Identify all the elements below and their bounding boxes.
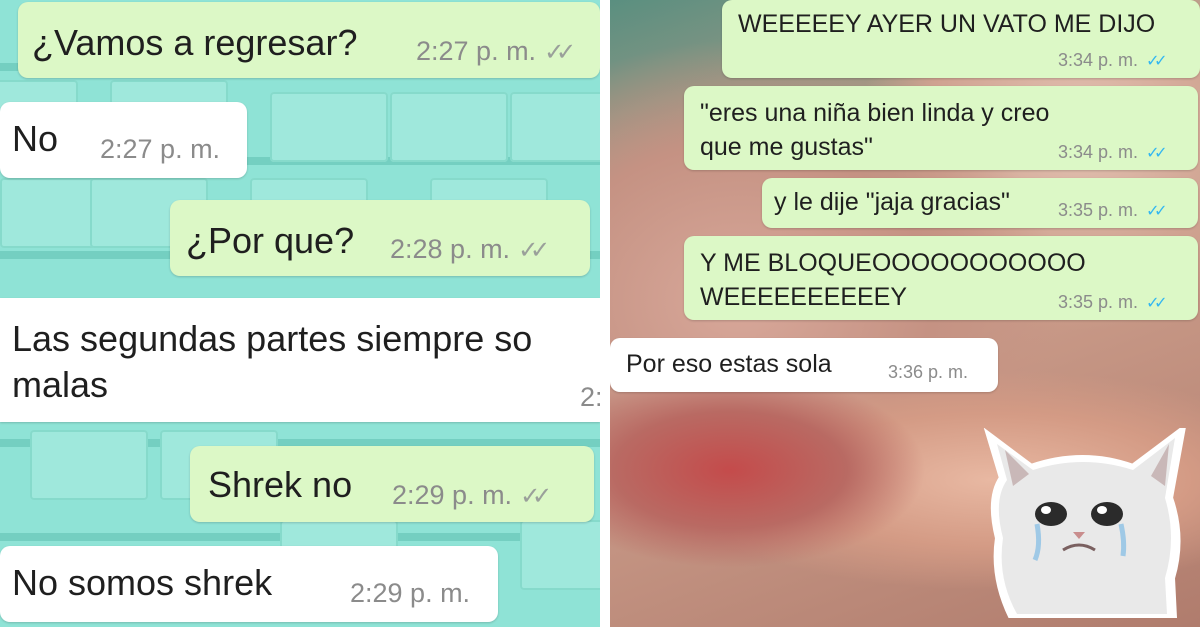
message-meta: 2: <box>580 382 600 413</box>
message-meta: 2:27 p. m. <box>100 134 220 165</box>
read-receipt-icon: ✓✓ <box>1146 143 1168 162</box>
message-time: 2:27 p. m. <box>100 134 221 164</box>
message-bubble-outgoing[interactable]: WEEEEEY AYER UN VATO ME DIJO 3:34 p. m. … <box>722 0 1200 78</box>
message-time: 3:35 p. m. <box>1058 200 1139 220</box>
message-meta: 2:29 p. m. ✓✓ <box>392 480 552 511</box>
left-chat-screenshot: ¿Vamos a regresar? 2:27 p. m. ✓✓ No 2:27… <box>0 0 600 627</box>
message-text: No <box>12 118 59 159</box>
read-receipt-icon: ✓✓ <box>518 236 550 264</box>
message-text: ¿Por que? <box>186 220 355 261</box>
message-bubble-outgoing[interactable]: ¿Vamos a regresar? 2:27 p. m. ✓✓ <box>18 2 600 78</box>
message-time: 2:29 p. m. <box>392 480 513 510</box>
read-receipt-icon: ✓✓ <box>1146 51 1168 70</box>
message-text: Por eso estas sola <box>626 350 832 378</box>
message-text: "eres una niña bien linda y creo que me … <box>700 99 1050 161</box>
message-time: 2:28 p. m. <box>390 234 511 264</box>
read-receipt-icon: ✓✓ <box>1146 293 1168 312</box>
message-time: 3:36 p. m. <box>888 362 969 382</box>
message-time: 2:29 p. m. <box>350 578 471 608</box>
read-receipt-icon: ✓✓ <box>1146 201 1168 220</box>
message-time: 3:34 p. m. <box>1058 142 1139 162</box>
message-time: 3:35 p. m. <box>1058 292 1139 312</box>
message-text: Shrek no <box>208 464 353 505</box>
message-meta: 3:35 p. m. ✓✓ <box>1058 292 1168 313</box>
message-bubble-incoming[interactable]: No somos shrek 2:29 p. m. <box>0 546 498 622</box>
message-meta: 2:27 p. m. ✓✓ <box>416 36 576 67</box>
message-text: Y ME BLOQUEOOOOOOOOOOO WEEEEEEEEEEY <box>700 249 1086 311</box>
crying-cat-sticker <box>983 428 1186 618</box>
read-receipt-icon: ✓✓ <box>520 482 552 510</box>
message-meta: 3:34 p. m. ✓✓ <box>1058 142 1168 163</box>
message-meta: 3:36 p. m. <box>888 362 968 383</box>
message-bubble-outgoing[interactable]: "eres una niña bien linda y creo que me … <box>684 86 1198 170</box>
message-time: 3:34 p. m. <box>1058 50 1139 70</box>
message-bubble-incoming[interactable]: Las segundas partes siempre so malas 2: <box>0 298 600 422</box>
message-time: 2: <box>580 382 600 412</box>
message-text: Las segundas partes siempre so malas <box>12 318 533 405</box>
message-meta: 3:34 p. m. ✓✓ <box>1058 50 1168 71</box>
message-bubble-outgoing[interactable]: ¿Por que? 2:28 p. m. ✓✓ <box>170 200 590 276</box>
panel-divider <box>600 0 610 627</box>
message-bubble-outgoing[interactable]: Shrek no 2:29 p. m. ✓✓ <box>190 446 594 522</box>
message-text: y le dije "jaja gracias" <box>774 188 1010 216</box>
message-text: ¿Vamos a regresar? <box>32 22 358 63</box>
message-time: 2:27 p. m. <box>416 36 537 66</box>
message-text: No somos shrek <box>12 562 273 603</box>
message-meta: 2:29 p. m. <box>350 578 470 609</box>
message-bubble-outgoing[interactable]: Y ME BLOQUEOOOOOOOOOOO WEEEEEEEEEEY 3:35… <box>684 236 1198 320</box>
message-text: WEEEEEY AYER UN VATO ME DIJO <box>738 10 1156 38</box>
message-bubble-outgoing[interactable]: y le dije "jaja gracias" 3:35 p. m. ✓✓ <box>762 178 1198 228</box>
message-meta: 2:28 p. m. ✓✓ <box>390 234 550 265</box>
message-bubble-incoming[interactable]: No 2:27 p. m. <box>0 102 247 178</box>
message-meta: 3:35 p. m. ✓✓ <box>1058 200 1168 221</box>
read-receipt-icon: ✓✓ <box>544 38 576 66</box>
message-bubble-incoming[interactable]: Por eso estas sola 3:36 p. m. <box>610 338 998 392</box>
right-chat-screenshot: WEEEEEY AYER UN VATO ME DIJO 3:34 p. m. … <box>610 0 1200 627</box>
